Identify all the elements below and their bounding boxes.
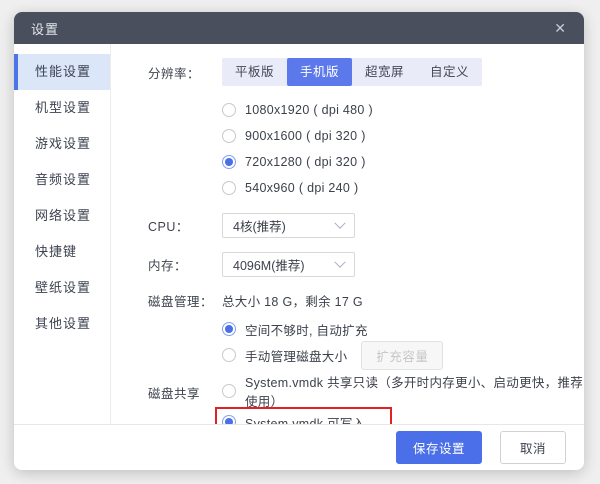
cpu-select[interactable]: 4核(推荐): [222, 213, 355, 238]
memory-row: 内存： 4096M(推荐): [148, 252, 584, 277]
sidebar-item-game[interactable]: 游戏设置: [14, 126, 110, 162]
resolution-row: 分辨率： 平板版 手机版 超宽屏 自定义: [148, 58, 584, 86]
disk-size-summary: 总大小 18 G，剩余 17 G: [222, 291, 363, 310]
radio-manual-disk[interactable]: [222, 348, 236, 362]
settings-dialog: 设置 ✕ 性能设置 机型设置 游戏设置 音频设置 网络设置 快捷键 壁纸设置 其…: [14, 12, 584, 470]
cpu-row: CPU： 4核(推荐): [148, 213, 584, 238]
radio-auto-expand[interactable]: [222, 322, 236, 336]
resolution-option-1080[interactable]: 1080x1920 ( dpi 480 ): [222, 97, 373, 123]
sidebar-item-audio[interactable]: 音频设置: [14, 162, 110, 198]
radio-1080[interactable]: [222, 103, 236, 117]
resolution-tab-group: 平板版 手机版 超宽屏 自定义: [222, 58, 482, 86]
sidebar-item-network[interactable]: 网络设置: [14, 198, 110, 234]
disk-management-row: 磁盘管理： 总大小 18 G，剩余 17 G: [148, 291, 584, 310]
sidebar-item-wallpaper[interactable]: 壁纸设置: [14, 270, 110, 306]
sidebar-item-performance[interactable]: 性能设置: [14, 54, 110, 90]
radio-900[interactable]: [222, 129, 236, 143]
tab-custom[interactable]: 自定义: [417, 58, 482, 86]
memory-select[interactable]: 4096M(推荐): [222, 252, 355, 277]
radio-share-readonly[interactable]: [222, 384, 236, 398]
resolution-option-720[interactable]: 720x1280 ( dpi 320 ): [222, 149, 373, 175]
disk-manual-option[interactable]: 手动管理磁盘大小 扩充容量: [222, 342, 584, 368]
disk-share-label: 磁盘共享: [148, 383, 222, 402]
chevron-down-icon: [334, 256, 345, 267]
memory-label: 内存：: [148, 255, 222, 274]
sidebar-item-hotkeys[interactable]: 快捷键: [14, 234, 110, 270]
save-settings-button[interactable]: 保存设置: [396, 431, 482, 464]
disk-auto-expand-option[interactable]: 空间不够时, 自动扩充: [222, 316, 584, 342]
disk-share-readonly-option[interactable]: System.vmdk 共享只读（多开时内存更小、启动更快，推荐使用）: [222, 378, 584, 404]
tab-tablet[interactable]: 平板版: [222, 58, 287, 86]
sidebar-item-other[interactable]: 其他设置: [14, 306, 110, 342]
resolution-label: 分辨率：: [148, 63, 222, 82]
disk-share-writable-option[interactable]: System.vmdk 可写入: [222, 412, 366, 424]
expand-capacity-button[interactable]: 扩充容量: [361, 341, 443, 370]
resolution-options: 1080x1920 ( dpi 480 ) 900x1600 ( dpi 320…: [148, 97, 584, 201]
radio-540[interactable]: [222, 181, 236, 195]
sidebar-item-device-model[interactable]: 机型设置: [14, 90, 110, 126]
resolution-option-900[interactable]: 900x1600 ( dpi 320 ): [222, 123, 373, 149]
sidebar: 性能设置 机型设置 游戏设置 音频设置 网络设置 快捷键 壁纸设置 其他设置: [14, 44, 111, 424]
tab-phone[interactable]: 手机版: [287, 58, 352, 86]
disk-share-row: 磁盘共享 System.vmdk 共享只读（多开时内存更小、启动更快，推荐使用）…: [148, 378, 584, 424]
disk-management-label: 磁盘管理：: [148, 291, 222, 310]
cpu-label: CPU：: [148, 216, 222, 235]
close-icon[interactable]: ✕: [550, 19, 570, 37]
dialog-title: 设置: [31, 19, 59, 38]
chevron-down-icon: [334, 217, 345, 228]
radio-share-writable[interactable]: [222, 415, 236, 424]
tab-ultrawide[interactable]: 超宽屏: [352, 58, 417, 86]
performance-settings-panel: 分辨率： 平板版 手机版 超宽屏 自定义 1080x1920 ( dpi 480…: [111, 44, 584, 424]
cancel-button[interactable]: 取消: [500, 431, 566, 464]
titlebar: 设置 ✕: [14, 12, 584, 44]
radio-720[interactable]: [222, 155, 236, 169]
annotation-red-box: System.vmdk 可写入: [215, 407, 392, 424]
footer: 保存设置 取消: [14, 424, 584, 470]
resolution-option-540[interactable]: 540x960 ( dpi 240 ): [222, 175, 373, 201]
